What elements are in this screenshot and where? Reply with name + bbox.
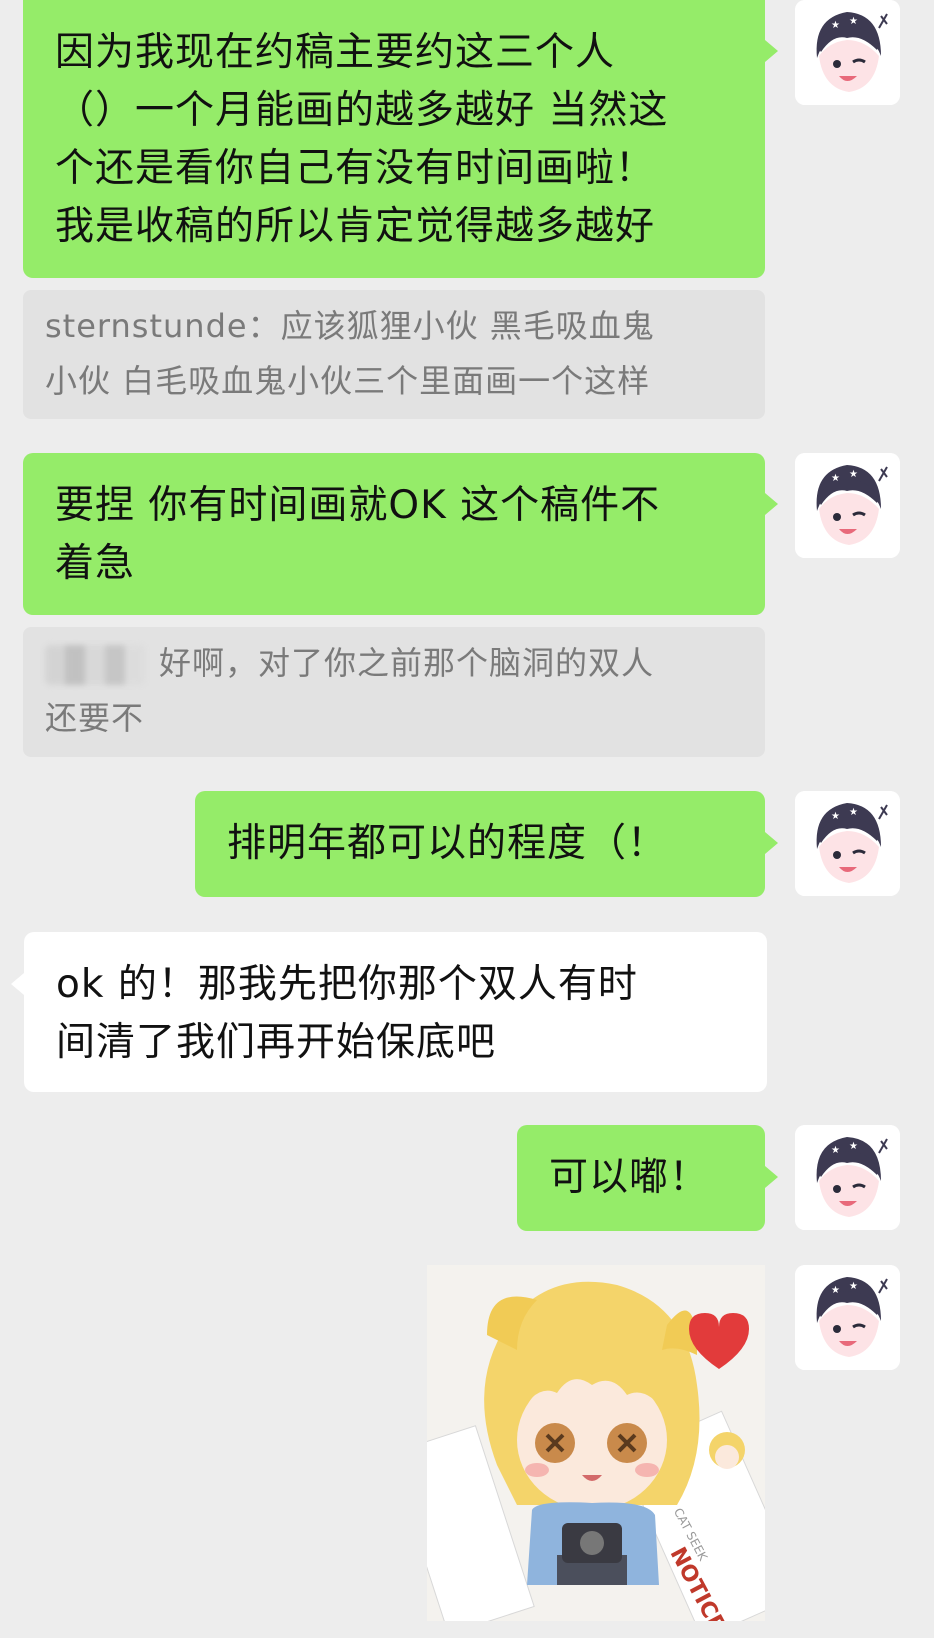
message-line: 个还是看你自己有没有时间画啦！ — [55, 146, 656, 191]
quoted-message[interactable]: 好啊，对了你之前那个脑洞的双人 还要不 — [23, 627, 765, 757]
avatar[interactable]: ★ ★ — [795, 1125, 900, 1230]
bubble-tail — [765, 1166, 778, 1188]
sticker-image[interactable]: NOTICE CAT SEEK — [427, 1265, 765, 1621]
anime-avatar-icon: ★ ★ — [795, 1125, 900, 1230]
avatar[interactable]: ★ ★ — [795, 0, 900, 105]
message-line: 间清了我们再开始保底吧 — [56, 1020, 497, 1065]
anime-avatar-icon: ★ ★ — [795, 791, 900, 896]
message-line: 要捏 你有时间画就OK 这个稿件不 — [55, 483, 661, 528]
message-bubble-self[interactable]: 因为我现在约稿主要约这三个人 （）一个月能画的越多越好 当然这 个还是看你自己有… — [23, 0, 765, 278]
svg-text:★: ★ — [849, 807, 858, 818]
svg-text:★: ★ — [831, 1145, 840, 1156]
message-bubble-self[interactable]: 排明年都可以的程度（！ — [195, 791, 765, 897]
message-line: （）一个月能画的越多越好 当然这 — [55, 88, 669, 133]
quote-line: 还要不 — [45, 699, 145, 737]
avatar[interactable]: ★ ★ — [795, 791, 900, 896]
svg-text:★: ★ — [831, 811, 840, 822]
svg-text:★: ★ — [849, 469, 858, 480]
quote-line: 小伙 白毛吸血鬼小伙三个里面画一个这样 — [45, 362, 651, 400]
svg-text:★: ★ — [849, 1281, 858, 1292]
svg-text:★: ★ — [831, 1285, 840, 1296]
message-line: 我是收稿的所以肯定觉得越多越好 — [55, 204, 656, 249]
message-line: 排明年都可以的程度（！ — [227, 821, 668, 866]
message-bubble-self[interactable]: 可以嘟！ — [517, 1125, 765, 1231]
svg-text:★: ★ — [849, 1141, 858, 1152]
bubble-tail — [765, 493, 778, 515]
avatar[interactable]: ★ ★ — [795, 453, 900, 558]
svg-text:★: ★ — [831, 473, 840, 484]
message-bubble-self[interactable]: 要捏 你有时间画就OK 这个稿件不 着急 — [23, 453, 765, 615]
svg-text:★: ★ — [831, 20, 840, 31]
anime-avatar-icon: ★ ★ — [795, 1265, 900, 1370]
anime-avatar-icon: ★ ★ — [795, 453, 900, 558]
message-bubble-other[interactable]: ok 的！那我先把你那个双人有时 间清了我们再开始保底吧 — [24, 932, 767, 1092]
cartoon-character-sticker: NOTICE CAT SEEK — [427, 1265, 765, 1621]
svg-text:★: ★ — [849, 16, 858, 27]
bubble-tail — [765, 40, 778, 62]
message-line: 因为我现在约稿主要约这三个人 — [55, 30, 616, 75]
message-line: ok 的！那我先把你那个双人有时 — [56, 962, 638, 1007]
message-line: 可以嘟！ — [549, 1155, 710, 1200]
quote-line: 应该狐狸小伙 黑毛吸血鬼 — [280, 307, 655, 345]
message-line: 着急 — [55, 541, 136, 586]
quote-line: 好啊，对了你之前那个脑洞的双人 — [159, 644, 655, 682]
anime-avatar-icon: ★ ★ — [795, 0, 900, 105]
quoted-message[interactable]: sternstunde：应该狐狸小伙 黑毛吸血鬼 小伙 白毛吸血鬼小伙三个里面画… — [23, 290, 765, 419]
avatar[interactable]: ★ ★ — [795, 1265, 900, 1370]
bubble-tail — [765, 832, 778, 854]
blurred-sender-name — [45, 645, 145, 685]
quote-sender: sternstunde： — [45, 307, 281, 345]
bubble-tail — [11, 973, 24, 995]
